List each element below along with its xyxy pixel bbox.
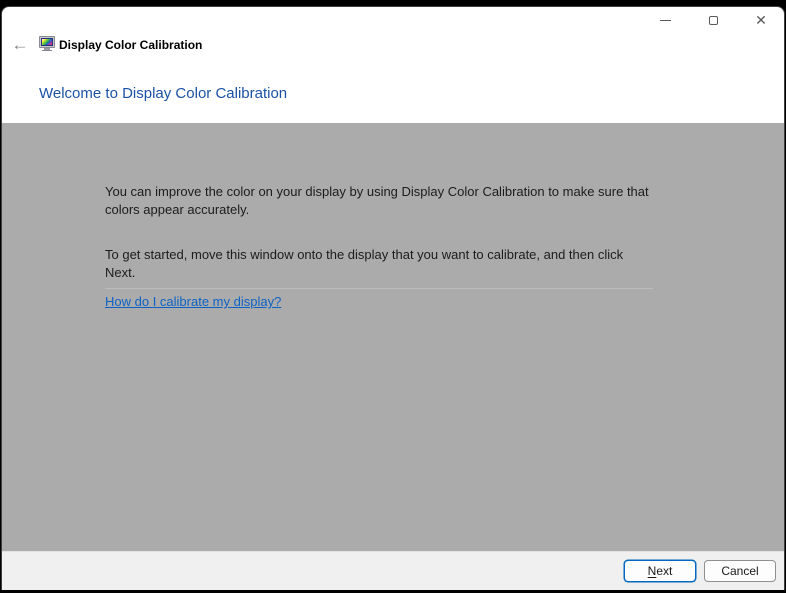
- titlebar[interactable]: ✕: [2, 7, 784, 33]
- minimize-button[interactable]: [655, 10, 675, 30]
- maximize-icon: [708, 15, 718, 25]
- page-title: Welcome to Display Color Calibration: [39, 85, 288, 102]
- maximize-button[interactable]: [703, 10, 723, 30]
- close-icon: ✕: [755, 12, 767, 28]
- window-title: Display Color Calibration: [59, 38, 203, 52]
- instructions-paragraph: To get started, move this window onto th…: [105, 247, 624, 280]
- help-link[interactable]: How do I calibrate my display?: [105, 293, 281, 311]
- back-arrow-icon: ←: [11, 35, 29, 54]
- wizard-content-area: You can improve the color on your displa…: [2, 123, 784, 551]
- heading-row: Welcome to Display Color Calibration: [2, 63, 784, 123]
- minimize-icon: [659, 19, 671, 21]
- display-color-calibration-icon: [39, 36, 55, 52]
- window-controls: ✕: [655, 10, 771, 30]
- cancel-button[interactable]: Cancel: [704, 560, 776, 582]
- next-button-label: ext: [656, 564, 673, 578]
- display-color-calibration-window: ✕ ← Display Color Calibration Welcome to…: [1, 6, 785, 590]
- intro-paragraph: You can improve the color on your displa…: [105, 184, 649, 217]
- cancel-button-label: Cancel: [721, 564, 759, 578]
- footer-bar: Next Cancel: [2, 551, 784, 590]
- back-button[interactable]: ←: [9, 34, 31, 56]
- next-button[interactable]: Next: [624, 560, 696, 582]
- content-divider: [105, 288, 653, 289]
- close-button[interactable]: ✕: [751, 10, 771, 30]
- navigation-row: ← Display Color Calibration: [2, 33, 784, 63]
